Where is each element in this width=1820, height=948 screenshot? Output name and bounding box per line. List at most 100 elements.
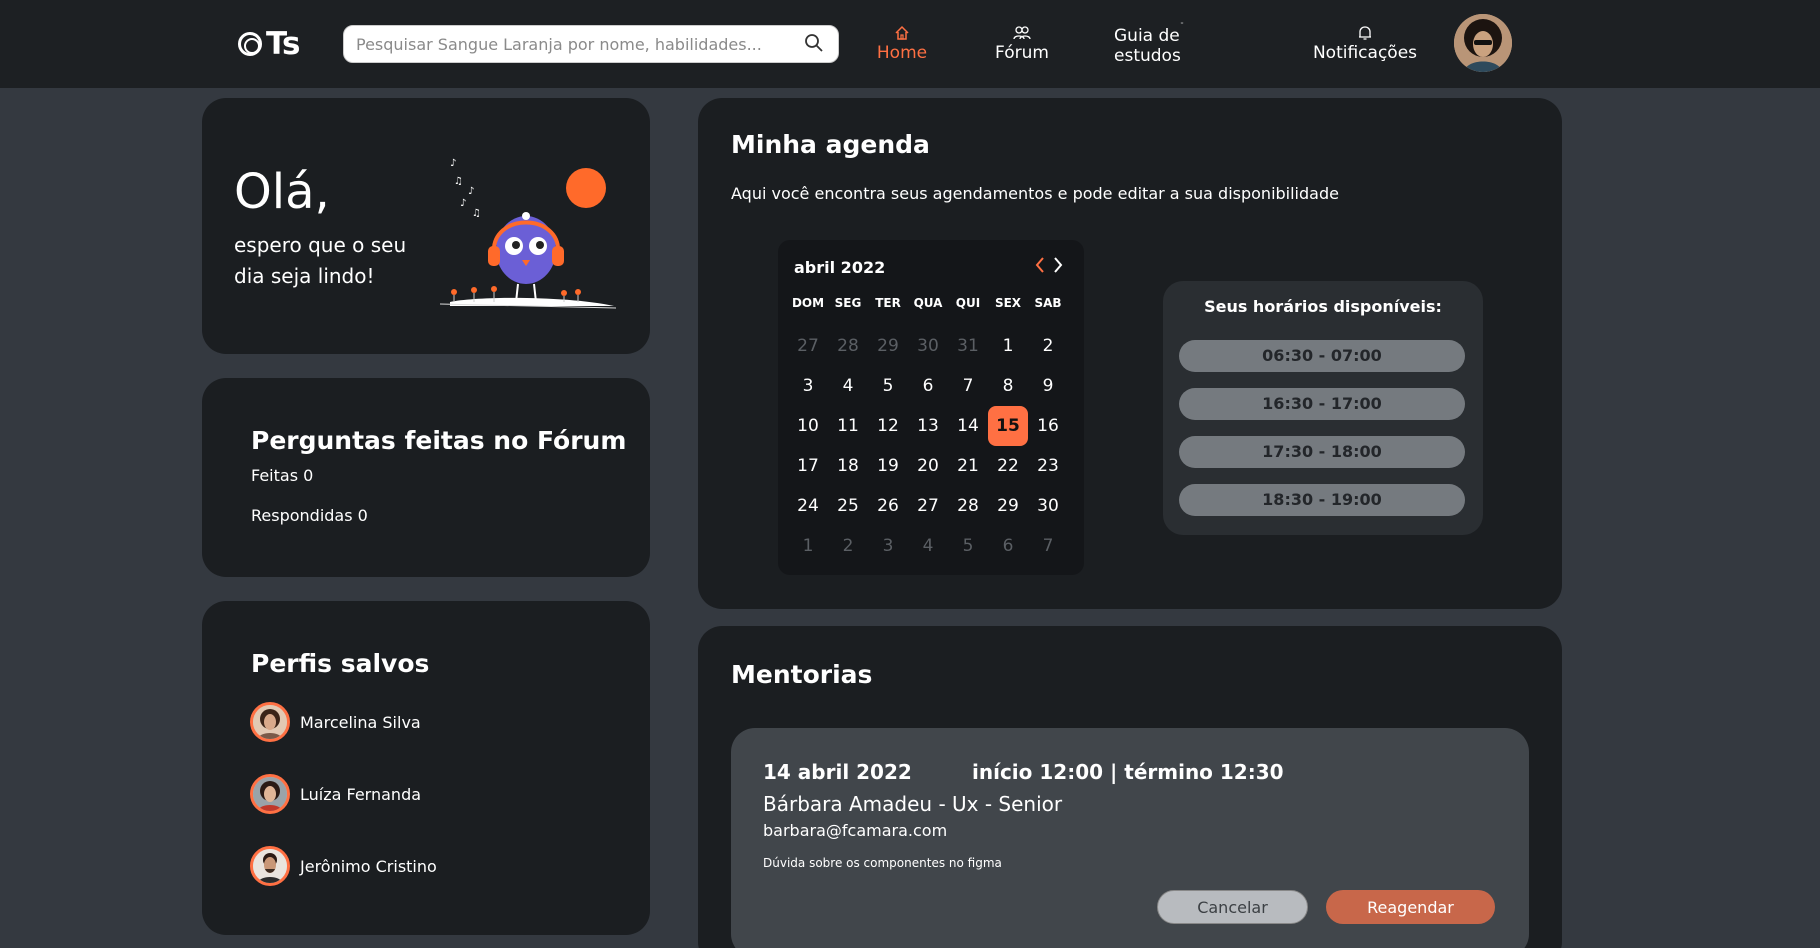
calendar-spacer xyxy=(788,314,1068,326)
calendar-weekday: TER xyxy=(875,296,901,310)
nav-study-guide[interactable]: Guia de estudos xyxy=(1114,22,1250,66)
calendar-day[interactable]: 4 xyxy=(828,366,868,406)
mentorship-item: 14 abril 2022 início 12:00 | término 12:… xyxy=(731,728,1529,948)
calendar-day[interactable]: 1 xyxy=(988,326,1028,366)
calendar-day[interactable]: 26 xyxy=(868,486,908,526)
chevron-left-icon[interactable] xyxy=(1034,256,1046,277)
calendar-day[interactable]: 8 xyxy=(988,366,1028,406)
calendar-day[interactable]: 21 xyxy=(948,446,988,486)
greeting-title: Olá, xyxy=(234,164,330,220)
forum-card-title: Perguntas feitas no Fórum xyxy=(251,426,627,455)
search-input[interactable] xyxy=(356,34,804,54)
calendar-day[interactable]: 28 xyxy=(948,486,988,526)
profile-name: Jerônimo Cristino xyxy=(300,856,437,876)
calendar-day[interactable]: 28 xyxy=(828,326,868,366)
mentorship-note: Dúvida sobre os componentes no figma xyxy=(763,856,1002,870)
nav-home-label: Home xyxy=(876,43,928,63)
calendar-weekday: SAB xyxy=(1034,296,1062,310)
svg-text:♫: ♫ xyxy=(454,176,463,187)
calendar-day[interactable]: 20 xyxy=(908,446,948,486)
calendar-day[interactable]: 18 xyxy=(828,446,868,486)
logo-ring-icon xyxy=(238,32,262,56)
logo[interactable]: Ts xyxy=(238,26,302,62)
calendar-day[interactable]: 2 xyxy=(1028,326,1068,366)
calendar-day[interactable]: 23 xyxy=(1028,446,1068,486)
profile-avatar xyxy=(250,702,290,742)
profile-avatar xyxy=(250,846,290,886)
calendar-day[interactable]: 17 xyxy=(788,446,828,486)
calendar-day[interactable]: 30 xyxy=(1028,486,1068,526)
calendar-day[interactable]: 11 xyxy=(828,406,868,446)
calendar-day[interactable]: 16 xyxy=(1028,406,1068,446)
search-icon[interactable] xyxy=(804,33,826,55)
calendar-day[interactable]: 1 xyxy=(788,526,828,566)
calendar-day[interactable]: 19 xyxy=(868,446,908,486)
profile-name: Marcelina Silva xyxy=(300,712,421,732)
agenda-card: Minha agenda Aqui você encontra seus age… xyxy=(698,98,1562,609)
home-icon xyxy=(895,25,909,40)
calendar-day-selected[interactable]: 15 xyxy=(988,406,1028,446)
reschedule-button[interactable]: Reagendar xyxy=(1326,890,1495,924)
calendar-day[interactable]: 31 xyxy=(948,326,988,366)
nav-home[interactable]: Home xyxy=(874,22,930,66)
availability-title: Seus horários disponíveis: xyxy=(1204,297,1442,316)
mentor-name: Bárbara Amadeu - Ux - Senior xyxy=(763,792,1063,816)
saved-profile-item[interactable]: Luíza Fernanda xyxy=(250,774,421,814)
availability-panel: Seus horários disponíveis: 06:30 - 07:00… xyxy=(1163,281,1483,535)
svg-text:♪: ♪ xyxy=(468,186,474,197)
mentorias-card: Mentorias 14 abril 2022 início 12:00 | t… xyxy=(698,626,1562,948)
nav-forum-label: Fórum xyxy=(995,43,1049,63)
calendar-weekday: DOM xyxy=(791,296,825,310)
user-avatar[interactable] xyxy=(1454,14,1512,72)
calendar-day[interactable]: 3 xyxy=(868,526,908,566)
calendar-day[interactable]: 4 xyxy=(908,526,948,566)
cancel-button[interactable]: Cancelar xyxy=(1157,890,1308,924)
saved-profiles-title: Perfis salvos xyxy=(251,649,430,678)
calendar-day[interactable]: 25 xyxy=(828,486,868,526)
calendar-day[interactable]: 13 xyxy=(908,406,948,446)
calendar-day[interactable]: 7 xyxy=(1028,526,1068,566)
calendar-day[interactable]: 5 xyxy=(948,526,988,566)
calendar-day[interactable]: 29 xyxy=(988,486,1028,526)
calendar-day[interactable]: 14 xyxy=(948,406,988,446)
saved-profiles-card: Perfis salvos Marcelina Silva Luíza Fern… xyxy=(202,601,650,935)
forum-answered-count: Respondidas 0 xyxy=(251,506,368,525)
forum-asked-count: Feitas 0 xyxy=(251,466,314,485)
calendar-day[interactable]: 10 xyxy=(788,406,828,446)
calendar-day[interactable]: 12 xyxy=(868,406,908,446)
calendar-day[interactable]: 2 xyxy=(828,526,868,566)
bird-headphones-illustration: ♪♫♪♪♫ xyxy=(439,158,617,309)
calendar-day[interactable]: 3 xyxy=(788,366,828,406)
greeting-subtitle: espero que o seu dia seja lindo! xyxy=(234,233,407,288)
calendar-day[interactable]: 7 xyxy=(948,366,988,406)
calendar-day[interactable]: 6 xyxy=(988,526,1028,566)
calendar-day[interactable]: 30 xyxy=(908,326,948,366)
saved-profile-item[interactable]: Marcelina Silva xyxy=(250,702,421,742)
availability-slot[interactable]: 17:30 - 18:00 xyxy=(1179,436,1465,468)
nav-study-guide-label: Guia de estudos xyxy=(1114,26,1181,66)
calendar-day[interactable]: 27 xyxy=(908,486,948,526)
profile-avatar xyxy=(250,774,290,814)
agenda-subtitle: Aqui você encontra seus agendamentos e p… xyxy=(731,184,1339,203)
calendar-day[interactable]: 9 xyxy=(1028,366,1068,406)
availability-slot[interactable]: 06:30 - 07:00 xyxy=(1179,340,1465,372)
calendar-grid: DOM SEG TER QUA QUI SEX SAB 27 28 29 30 31 1 2 3 4 5 6 7 8 9… xyxy=(788,292,1068,566)
availability-slot[interactable]: 18:30 - 19:00 xyxy=(1179,484,1465,516)
bell-icon xyxy=(1359,26,1371,40)
calendar-day[interactable]: 29 xyxy=(868,326,908,366)
calendar-day[interactable]: 22 xyxy=(988,446,1028,486)
forum-questions-card: Perguntas feitas no Fórum Feitas 0 Respo… xyxy=(202,378,650,577)
saved-profile-item[interactable]: Jerônimo Cristino xyxy=(250,846,437,886)
calendar-weekday: QUA xyxy=(913,296,943,310)
agenda-title: Minha agenda xyxy=(731,130,930,159)
nav-forum[interactable]: Fórum xyxy=(990,22,1054,66)
calendar-day[interactable]: 27 xyxy=(788,326,828,366)
calendar-weekday: SEG xyxy=(834,296,862,310)
availability-slot[interactable]: 16:30 - 17:00 xyxy=(1179,388,1465,420)
calendar-day[interactable]: 24 xyxy=(788,486,828,526)
nav-notifications[interactable]: Notificações xyxy=(1312,22,1418,66)
calendar-day[interactable]: 5 xyxy=(868,366,908,406)
chevron-right-icon[interactable] xyxy=(1052,256,1064,277)
calendar-day[interactable]: 6 xyxy=(908,366,948,406)
svg-text:♪: ♪ xyxy=(460,198,466,209)
